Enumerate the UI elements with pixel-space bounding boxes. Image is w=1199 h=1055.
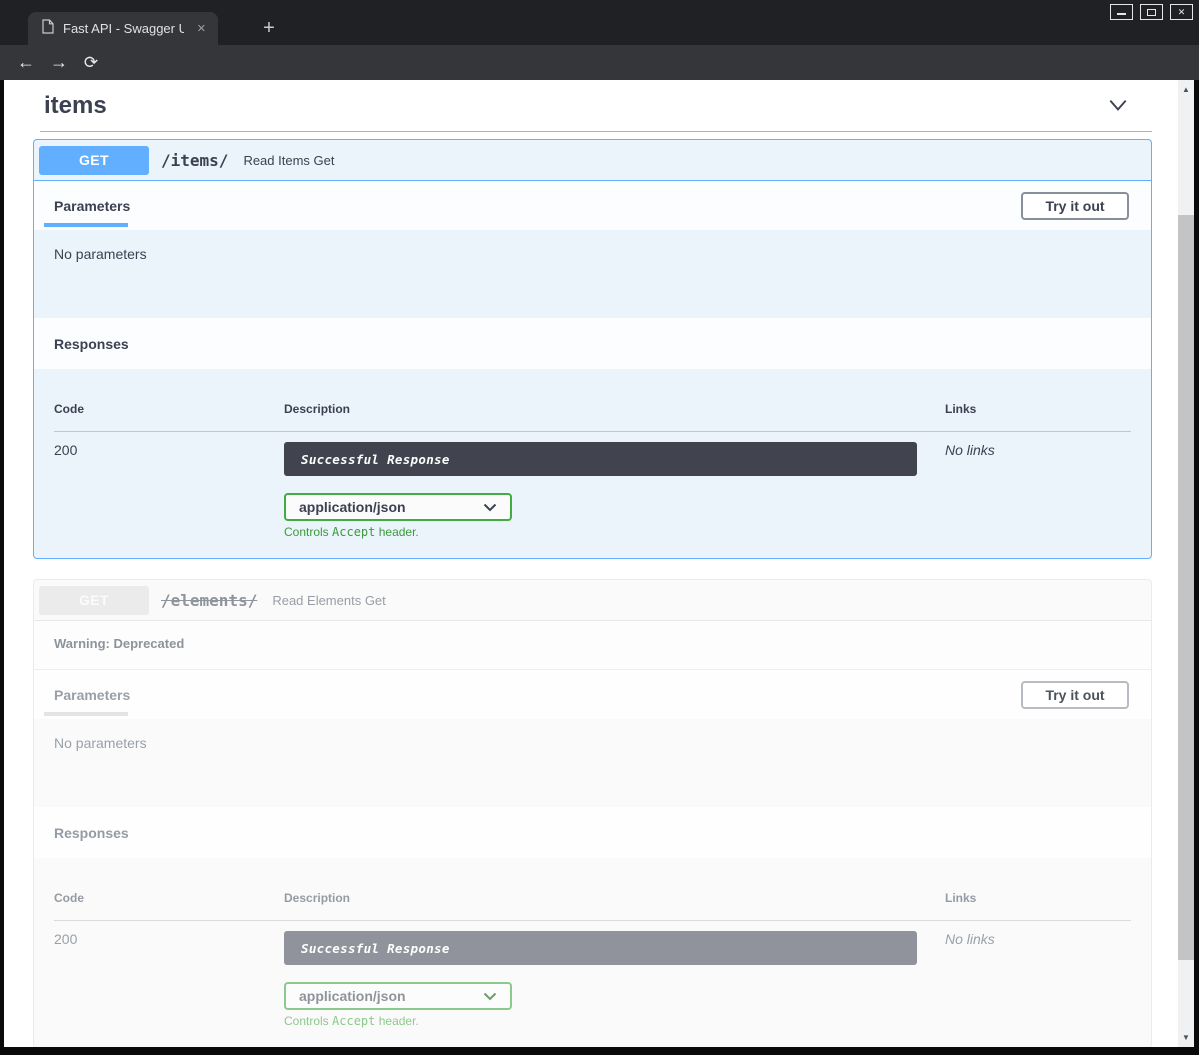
page-content: items GET /items/ Read Items Get Paramet…	[4, 80, 1178, 1047]
response-links: No links	[945, 442, 1131, 539]
column-description: Description	[284, 891, 945, 905]
method-badge: GET	[39, 146, 149, 175]
minimize-icon	[1117, 13, 1126, 15]
window-controls: ✕	[1110, 4, 1193, 20]
response-description-cell: Successful Response application/json Con…	[284, 442, 945, 539]
parameters-header: Parameters Try it out	[34, 181, 1151, 230]
vertical-scrollbar[interactable]: ▲ ▼	[1178, 80, 1194, 1047]
no-parameters-text: No parameters	[34, 230, 1151, 318]
response-row: 200 Successful Response application/json…	[54, 432, 1131, 539]
scrollbar-thumb[interactable]	[1178, 215, 1194, 960]
opblock-get-elements-deprecated: GET /elements/ Read Elements Get Warning…	[33, 579, 1152, 1047]
opblock-summary[interactable]: GET /elements/ Read Elements Get	[34, 580, 1151, 621]
select-chevron-icon	[483, 503, 497, 512]
endpoint-path: /elements/	[161, 591, 257, 610]
scroll-down-icon[interactable]: ▼	[1178, 1030, 1194, 1044]
response-code: 200	[54, 442, 284, 539]
close-button[interactable]: ✕	[1170, 4, 1193, 20]
deprecated-warning: Warning: Deprecated	[34, 621, 1151, 670]
parameters-tab[interactable]: Parameters	[54, 198, 130, 214]
response-code: 200	[54, 931, 284, 1028]
column-code: Code	[54, 891, 284, 905]
responses-table-head: Code Description Links	[54, 389, 1131, 432]
column-code: Code	[54, 402, 284, 416]
response-description: Successful Response	[284, 931, 917, 965]
endpoint-path: /items/	[161, 151, 228, 170]
responses-table-head: Code Description Links	[54, 878, 1131, 921]
response-description: Successful Response	[284, 442, 917, 476]
responses-table: Code Description Links 200 Successful Re…	[34, 369, 1151, 558]
responses-header: Responses	[34, 318, 1151, 369]
reload-icon[interactable]: ⟳	[78, 45, 104, 80]
media-type-value: application/json	[299, 988, 406, 1004]
parameters-header: Parameters Try it out	[34, 670, 1151, 719]
response-links: No links	[945, 931, 1131, 1028]
try-it-out-button[interactable]: Try it out	[1021, 681, 1129, 709]
back-icon[interactable]: ←	[13, 45, 39, 80]
column-links: Links	[945, 402, 1131, 416]
media-type-select[interactable]: application/json	[284, 982, 512, 1010]
accept-header-note: Controls Accept header.	[284, 1014, 945, 1028]
new-tab-button[interactable]: +	[256, 16, 282, 42]
opblock-summary[interactable]: GET /items/ Read Items Get	[34, 140, 1151, 181]
media-type-select[interactable]: application/json	[284, 493, 512, 521]
maximize-button[interactable]	[1140, 4, 1163, 20]
browser-tab[interactable]: Fast API - Swagger UI ✕	[28, 12, 218, 45]
maximize-icon	[1147, 9, 1156, 16]
select-chevron-icon	[483, 992, 497, 1001]
forward-icon[interactable]: →	[46, 45, 72, 80]
accept-header-note: Controls Accept header.	[284, 525, 945, 539]
tab-title: Fast API - Swagger UI	[63, 21, 184, 36]
page-favicon-icon	[42, 19, 54, 39]
media-type-value: application/json	[299, 499, 406, 515]
browser-toolbar: ← → ⟳ ⓘ 127.0.0.1:8000/docs ☆ ⋮	[0, 45, 1199, 80]
tab-close-icon[interactable]: ✕	[193, 20, 210, 37]
responses-header: Responses	[34, 807, 1151, 858]
browser-titlebar: Fast API - Swagger UI ✕ + ✕	[0, 0, 1199, 45]
chevron-down-icon[interactable]	[1107, 90, 1129, 121]
responses-table: Code Description Links 200 Successful Re…	[34, 858, 1151, 1047]
parameters-tab[interactable]: Parameters	[54, 687, 130, 703]
response-description-cell: Successful Response application/json Con…	[284, 931, 945, 1028]
no-parameters-text: No parameters	[34, 719, 1151, 807]
response-row: 200 Successful Response application/json…	[54, 921, 1131, 1028]
scroll-up-icon[interactable]: ▲	[1178, 82, 1194, 96]
minimize-button[interactable]	[1110, 4, 1133, 20]
endpoint-summary: Read Items Get	[243, 153, 334, 168]
items-section-header[interactable]: items	[40, 86, 1152, 132]
column-description: Description	[284, 402, 945, 416]
section-title[interactable]: items	[44, 92, 107, 120]
endpoint-summary: Read Elements Get	[272, 593, 385, 608]
column-links: Links	[945, 891, 1131, 905]
method-badge: GET	[39, 586, 149, 615]
opblock-get-items: GET /items/ Read Items Get Parameters Tr…	[33, 139, 1152, 559]
try-it-out-button[interactable]: Try it out	[1021, 192, 1129, 220]
